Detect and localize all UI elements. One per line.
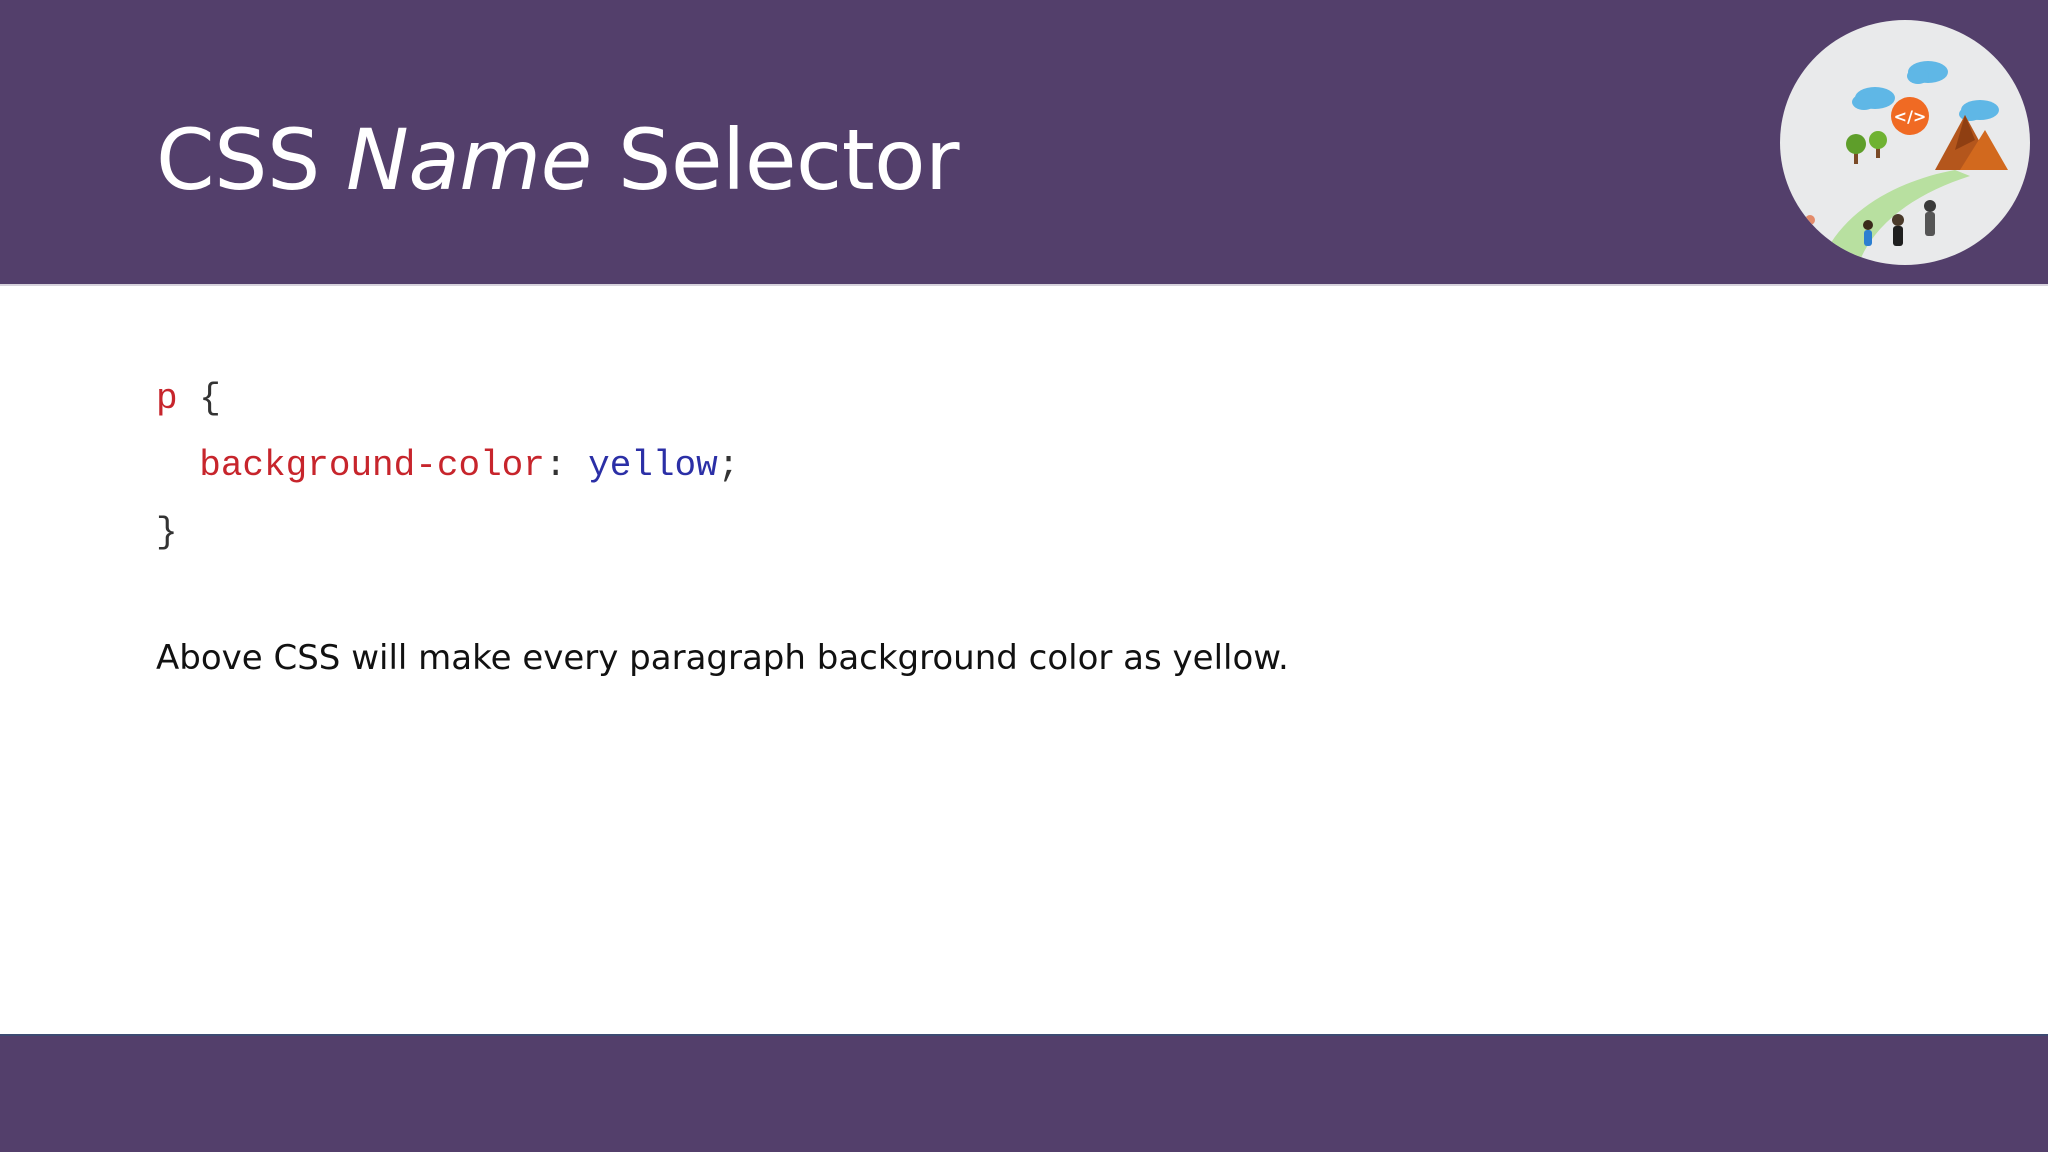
header-divider — [0, 284, 2048, 286]
slide-description: Above CSS will make every paragraph back… — [156, 638, 1289, 678]
code-open-brace: { — [199, 378, 221, 419]
slide-footer — [0, 1036, 2048, 1152]
title-emphasis: Name — [346, 111, 592, 209]
code-value: yellow — [588, 445, 718, 486]
code-property: background-color — [199, 445, 545, 486]
title-suffix: Selector — [591, 111, 960, 209]
coding-journey-logo-icon: </> — [1780, 20, 2030, 265]
code-colon: : — [544, 445, 567, 486]
code-selector: p — [156, 378, 178, 419]
code-block: p { background-color: yellow; } — [156, 365, 739, 566]
code-close-brace: } — [156, 512, 178, 553]
code-semicolon: ; — [717, 445, 740, 486]
slide-header: CSS Name Selector </> — [0, 0, 2048, 284]
svg-text:</>: </> — [1894, 107, 1927, 126]
title-prefix: CSS — [156, 111, 346, 209]
slide-title: CSS Name Selector — [156, 110, 960, 211]
